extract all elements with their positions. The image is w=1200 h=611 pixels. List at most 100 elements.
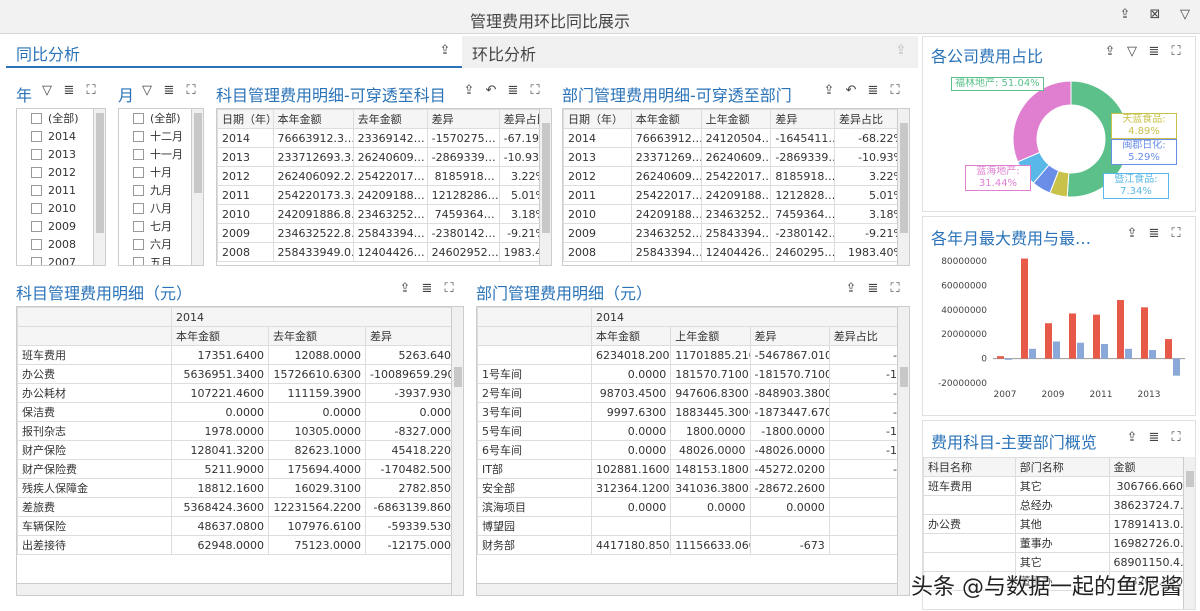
checkbox[interactable] [31, 148, 42, 160]
checkbox[interactable] [31, 112, 42, 124]
bar[interactable] [1093, 314, 1100, 359]
checkbox[interactable] [133, 184, 144, 196]
comment-icon[interactable]: ≣ [866, 282, 880, 296]
column-header[interactable]: 本年金额 [171, 326, 269, 346]
checkbox[interactable] [133, 130, 144, 142]
bar[interactable] [1101, 343, 1108, 359]
table-row[interactable]: 财务部4417180.850011156633.0600-673 [477, 535, 909, 555]
bar[interactable] [1117, 300, 1124, 359]
bar[interactable] [1069, 313, 1076, 359]
table-row[interactable]: 财产保险 128041.3200 82623.1000 45418.2200 [17, 440, 463, 460]
export-icon[interactable]: ⇪ [1125, 431, 1139, 445]
bar[interactable] [1021, 258, 1028, 359]
comment-icon[interactable]: ≣ [1147, 45, 1161, 59]
table-row[interactable]: 办公耗材 107221.4600 111159.3900 -3937.9300 [17, 383, 463, 403]
maximize-icon[interactable]: ⛶ [888, 282, 902, 296]
column-header[interactable]: 金额 [1108, 457, 1195, 477]
column-header[interactable]: 差异 [749, 326, 830, 346]
export-icon[interactable]: ⇪ [438, 44, 452, 58]
column-header[interactable]: 部门名称 [1014, 457, 1110, 477]
table-row[interactable]: 2012262406092.2…25422017…8185918…3.22% [217, 166, 551, 186]
checkbox[interactable] [31, 130, 42, 142]
bar[interactable] [1165, 339, 1172, 359]
bar[interactable] [1045, 323, 1052, 359]
comment-icon[interactable]: ≣ [162, 84, 176, 98]
checkbox[interactable] [31, 238, 42, 250]
maximize-icon[interactable]: ⛶ [1169, 45, 1183, 59]
comment-icon[interactable]: ≣ [420, 282, 434, 296]
filter-option[interactable]: 2007 [17, 253, 105, 265]
checkbox[interactable] [133, 112, 144, 124]
export-icon[interactable]: ⇪ [822, 84, 836, 98]
table-row[interactable]: 2013 23371269… 26240609… -2869339… -10.93% [563, 147, 909, 167]
table-row[interactable]: 董事办 16982726.0… [923, 533, 1195, 553]
comment-icon[interactable]: ≣ [866, 84, 880, 98]
checkbox[interactable] [133, 220, 144, 232]
export-icon[interactable]: ⇪ [1103, 45, 1117, 59]
bar[interactable] [1029, 348, 1036, 359]
clear-filter-icon[interactable]: ⊠ [1148, 8, 1162, 22]
table-row[interactable]: 2008258433949.0…12404426…24602952…1983.4… [217, 242, 551, 262]
export-icon[interactable]: ⇪ [462, 84, 476, 98]
subject-detail-grid[interactable]: 2014 本年金额 去年金额 差异 班车费用 17351.6400 12088.0000 52… [16, 306, 464, 596]
table-row[interactable]: 财产保险费 5211.9000 175694.4000 -170482.5000 [17, 459, 463, 479]
year-filter-list[interactable]: (全部) 2014 2013 2012 2011 2010 2009 2008 2007 [16, 108, 106, 266]
maximize-icon[interactable]: ⛶ [84, 84, 98, 98]
maximize-icon[interactable]: ⛶ [184, 84, 198, 98]
column-header[interactable]: 差异 [365, 326, 463, 346]
table-row[interactable]: 2014 76663912… 24120504… -1645411… -68.22% [563, 128, 909, 148]
bar[interactable] [1149, 350, 1156, 359]
subject-grid[interactable]: 日期（年） 本年金额 去年金额 差异 差异占比 2014 76663912.3… 233691… [216, 108, 552, 266]
export-icon[interactable]: ⇪ [894, 44, 908, 58]
filter-option[interactable]: (全部) [17, 109, 105, 127]
maximize-icon[interactable]: ⛶ [888, 84, 902, 98]
table-row[interactable]: 车辆保险 48637.0800 107976.6100 -59339.5300 [17, 516, 463, 536]
column-header[interactable]: 差异 [426, 109, 500, 129]
filter-option[interactable]: 2014 [17, 127, 105, 145]
bar[interactable] [1053, 341, 1060, 359]
tab-mom[interactable]: 环比分析 ⇪ [462, 36, 918, 68]
clear-filter-icon[interactable]: ▽ [40, 84, 54, 98]
column-header[interactable]: 差异 [770, 109, 836, 129]
bar[interactable] [1173, 358, 1180, 376]
table-row[interactable]: 2011254220173.3…24209188…12128286…5.01% [217, 185, 551, 205]
table-row[interactable]: 保洁费 0.0000 0.0000 0.0000 [17, 402, 463, 422]
table-row[interactable]: 2009234632522.8…25843394…-2380142…-9.21% [217, 223, 551, 243]
table-row[interactable]: 报刊杂志 1978.0000 10305.0000 -8327.0000 [17, 421, 463, 441]
clear-filter-icon[interactable]: ▽ [1125, 45, 1139, 59]
column-header[interactable]: 去年金额 [268, 326, 366, 346]
bar[interactable] [1141, 307, 1148, 359]
maximize-icon[interactable]: ⛶ [528, 84, 542, 98]
table-row[interactable]: IT部102881.1600148153.1800-45272.0200-3 [477, 459, 909, 479]
table-row[interactable]: 2011 25422017… 24209188… 1212828… 5.01% [563, 185, 909, 205]
table-row[interactable]: 2013233712693.3…26240609…-2869339…-10.93… [217, 147, 551, 167]
table-row[interactable]: 博望园 [477, 516, 909, 536]
comment-icon[interactable]: ≣ [1147, 431, 1161, 445]
table-row[interactable]: 办公费 5636951.3400 15726610.6300 -10089659.29… [17, 364, 463, 384]
table-row[interactable]: 2010 24209188… 23463252… 7459364… 3.18% [563, 204, 909, 224]
bar[interactable] [1077, 342, 1084, 359]
clear-filter-icon[interactable]: ▽ [140, 84, 154, 98]
table-row[interactable]: 总经办 38623724.7… [923, 495, 1195, 515]
filter-option[interactable]: 2013 [17, 145, 105, 163]
maximize-icon[interactable]: ⛶ [1169, 431, 1183, 445]
column-header[interactable]: 上年金额 [670, 326, 751, 346]
undo-icon[interactable]: ↶ [844, 84, 858, 98]
filter-option[interactable]: 2008 [17, 235, 105, 253]
table-row[interactable]: 安全部 312364.1200 341036.3800 -28672.2600 [477, 478, 909, 498]
undo-icon[interactable]: ↶ [484, 84, 498, 98]
checkbox[interactable] [133, 202, 144, 214]
checkbox[interactable] [31, 166, 42, 178]
table-row[interactable]: 残疾人保障金 18812.1600 16029.3100 2782.8500 [17, 478, 463, 498]
table-row[interactable]: 2009 23463252… 25843394… -2380142… -9.21% [563, 223, 909, 243]
export-icon[interactable]: ⇪ [398, 282, 412, 296]
max-bar-chart[interactable]: 80000000 60000000 40000000 20000000 0 -200000… [923, 253, 1195, 413]
table-row[interactable]: 班车费用 其它 306766.6600 [923, 476, 1195, 496]
export-icon[interactable]: ⇪ [844, 282, 858, 296]
month-filter-list[interactable]: (全部) 十二月 十一月 十月 九月 八月 七月 六月 五月 [118, 108, 204, 266]
bar[interactable] [1005, 358, 1012, 360]
checkbox[interactable] [31, 202, 42, 214]
comment-icon[interactable]: ≣ [1147, 227, 1161, 241]
table-row[interactable]: 2008 25843394… 12404426… 2460295… 1983.40% [563, 242, 909, 262]
checkbox[interactable] [133, 256, 144, 265]
